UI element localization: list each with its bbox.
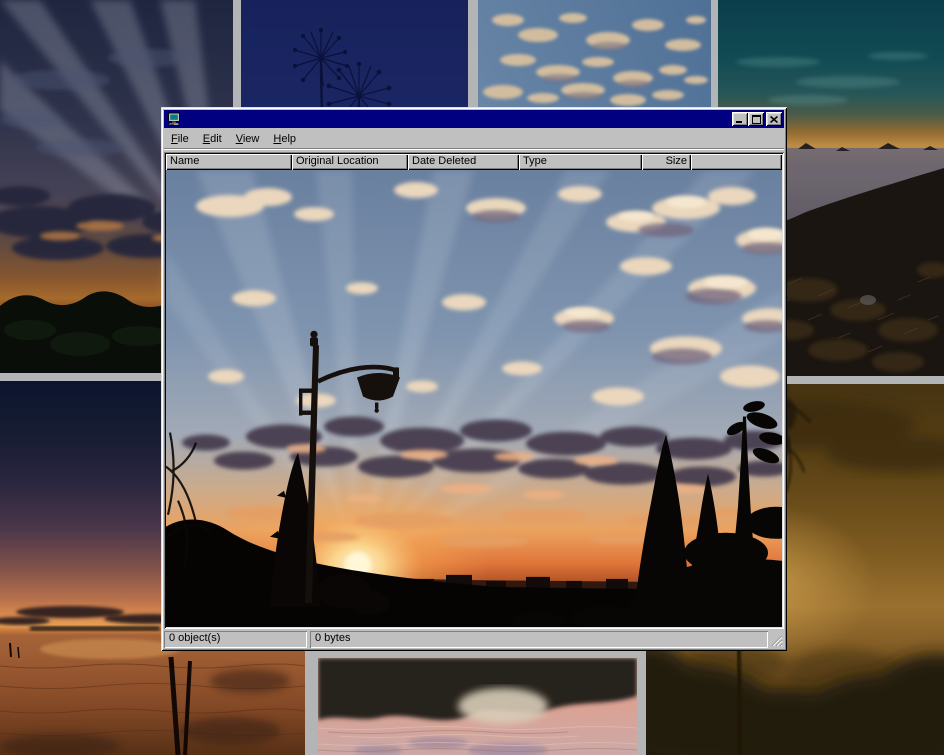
list-view: Name Original Location Date Deleted Type…	[164, 152, 784, 629]
menu-bar: File Edit View Help	[164, 129, 784, 149]
title-bar[interactable]	[164, 110, 784, 128]
sunset-lamp-photo	[166, 170, 782, 627]
minimize-icon[interactable]	[732, 112, 748, 126]
menu-edit[interactable]: Edit	[196, 130, 229, 148]
wallpaper-photo-pink-water-reflection	[318, 658, 637, 755]
column-header-filler	[691, 154, 782, 170]
status-size: 0 bytes	[310, 631, 768, 648]
status-bar: 0 object(s) 0 bytes	[164, 629, 784, 648]
maximize-icon[interactable]	[748, 112, 764, 126]
column-header-row: Name Original Location Date Deleted Type…	[166, 154, 782, 170]
menu-view[interactable]: View	[229, 130, 267, 148]
computer-icon[interactable]	[167, 112, 181, 126]
column-header-name[interactable]: Name	[166, 154, 292, 170]
desktop-wallpaper: File Edit View Help Name Original Locati…	[0, 0, 944, 755]
folder-view[interactable]	[166, 170, 782, 627]
menu-help[interactable]: Help	[266, 130, 303, 148]
close-icon[interactable]	[766, 112, 782, 126]
status-object-count: 0 object(s)	[164, 631, 307, 648]
column-header-date-deleted[interactable]: Date Deleted	[408, 154, 519, 170]
column-header-size[interactable]: Size	[642, 154, 691, 170]
resize-grip-icon[interactable]	[770, 634, 783, 647]
column-header-original-location[interactable]: Original Location	[292, 154, 408, 170]
recycle-bin-window: File Edit View Help Name Original Locati…	[161, 107, 787, 651]
menu-file[interactable]: File	[164, 130, 196, 148]
column-header-type[interactable]: Type	[519, 154, 642, 170]
